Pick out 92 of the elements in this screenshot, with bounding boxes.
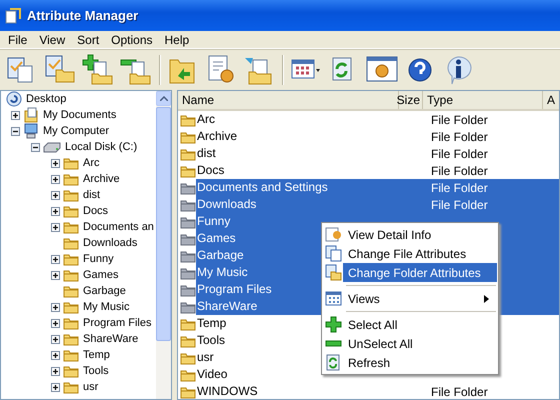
tree-item[interactable]: Garbage [82, 285, 127, 297]
expand-icon[interactable] [51, 206, 60, 216]
refresh-icon [324, 354, 342, 371]
menu-item[interactable]: Refresh [323, 353, 497, 372]
menu-item[interactable]: Help [158, 32, 196, 46]
tree-item[interactable]: Games [82, 269, 120, 281]
menu-item[interactable]: Change Folder Attributes [323, 263, 497, 282]
table-cell-text: File Folder [430, 384, 488, 398]
file-name[interactable]: Archive [196, 128, 425, 145]
folder-icon [63, 316, 79, 330]
tree-item[interactable]: Docs [82, 205, 110, 217]
column-header[interactable]: Type [423, 91, 543, 109]
table-cell-text: File Folder [430, 112, 488, 126]
page-folder-icon [324, 264, 342, 281]
tree-item[interactable]: Archive [82, 173, 121, 185]
tree-item[interactable]: dist [82, 189, 102, 201]
folder-icon [63, 380, 79, 394]
app-icon [5, 8, 21, 24]
expand-icon[interactable] [51, 190, 60, 200]
tree-item[interactable]: Funny [82, 253, 115, 265]
folder-icon [63, 252, 79, 266]
menu-item[interactable]: File [2, 32, 34, 46]
folder-icon [63, 188, 79, 202]
expand-icon[interactable] [11, 110, 20, 120]
table-cell-text: File Folder [430, 180, 488, 194]
menu-item[interactable]: UnSelect All [323, 334, 497, 353]
file-name[interactable]: Docs [196, 162, 425, 179]
menu-item[interactable]: View [33, 32, 72, 46]
file-name[interactable]: WINDOWS [196, 383, 425, 399]
plus-icon [324, 316, 342, 333]
folder-icon [63, 364, 79, 378]
tree-item[interactable]: Arc [82, 157, 100, 169]
folder-icon [63, 172, 79, 186]
file-name[interactable]: Documents and Settings [196, 179, 425, 196]
folder-icon [63, 348, 79, 362]
scroll-thumb[interactable] [156, 107, 171, 341]
folder-icon [63, 300, 79, 314]
column-header[interactable]: Size [399, 91, 423, 109]
tree-item[interactable]: Desktop [25, 93, 68, 105]
collapse-icon[interactable] [11, 126, 20, 136]
documents-icon [23, 107, 39, 123]
folder-icon [63, 204, 79, 218]
file-name[interactable]: Arc [196, 111, 425, 128]
tree-item[interactable]: Temp [82, 349, 111, 361]
computer-icon [23, 123, 39, 139]
folder-icon [63, 284, 79, 298]
tree-item[interactable]: Tools [82, 365, 110, 377]
tree-item[interactable]: My Computer [42, 125, 110, 137]
folder-icon [63, 332, 79, 346]
tree-item[interactable]: Program Files [82, 317, 152, 329]
expand-icon[interactable] [51, 334, 60, 344]
folder-icon [63, 236, 79, 250]
expand-icon[interactable] [51, 174, 60, 184]
collapse-icon[interactable] [31, 142, 40, 152]
expand-icon[interactable] [51, 318, 60, 328]
expand-icon[interactable] [51, 302, 60, 312]
folder-icon [63, 268, 79, 282]
add-pages-icon[interactable] [82, 54, 114, 86]
tree-item[interactable]: My Documents [42, 109, 118, 121]
drive-icon [43, 141, 61, 153]
folder-icon [63, 220, 79, 234]
column-header[interactable]: A [543, 91, 559, 109]
folder-icon [63, 156, 79, 170]
table-cell-text: File Folder [430, 198, 488, 212]
expand-icon[interactable] [51, 270, 60, 280]
grid-icon [324, 290, 342, 307]
tree-item[interactable]: Downloads [82, 237, 138, 249]
expand-icon[interactable] [51, 254, 60, 264]
expand-icon[interactable] [51, 382, 60, 392]
file-name[interactable]: dist [196, 145, 425, 162]
tree-item[interactable]: Documents an [82, 221, 155, 233]
expand-icon[interactable] [51, 366, 60, 376]
tree-item[interactable]: My Music [82, 301, 130, 313]
expand-icon[interactable] [51, 222, 60, 232]
tree-item[interactable]: ShareWare [82, 333, 140, 345]
submenu-arrow-icon [484, 294, 489, 302]
table-cell-text: File Folder [430, 146, 488, 160]
table-cell-text: File Folder [430, 164, 488, 178]
menu-item[interactable]: Select All [323, 315, 497, 334]
table-cell-text: File Folder [430, 130, 488, 144]
scrollbar[interactable] [156, 91, 171, 399]
scroll-up-button[interactable] [156, 91, 171, 106]
expand-icon[interactable] [51, 158, 60, 168]
file-name[interactable]: Downloads [196, 196, 425, 213]
menu-item[interactable]: Options [105, 32, 159, 46]
pages-icon [324, 245, 342, 262]
window-title: Attribute Manager [27, 8, 138, 23]
tree-item[interactable]: usr [82, 381, 100, 393]
expand-icon[interactable] [51, 350, 60, 360]
tree-item[interactable]: Local Disk (C:) [64, 141, 138, 153]
caret-up-icon [160, 96, 168, 101]
menu-item[interactable]: Sort [71, 32, 106, 46]
